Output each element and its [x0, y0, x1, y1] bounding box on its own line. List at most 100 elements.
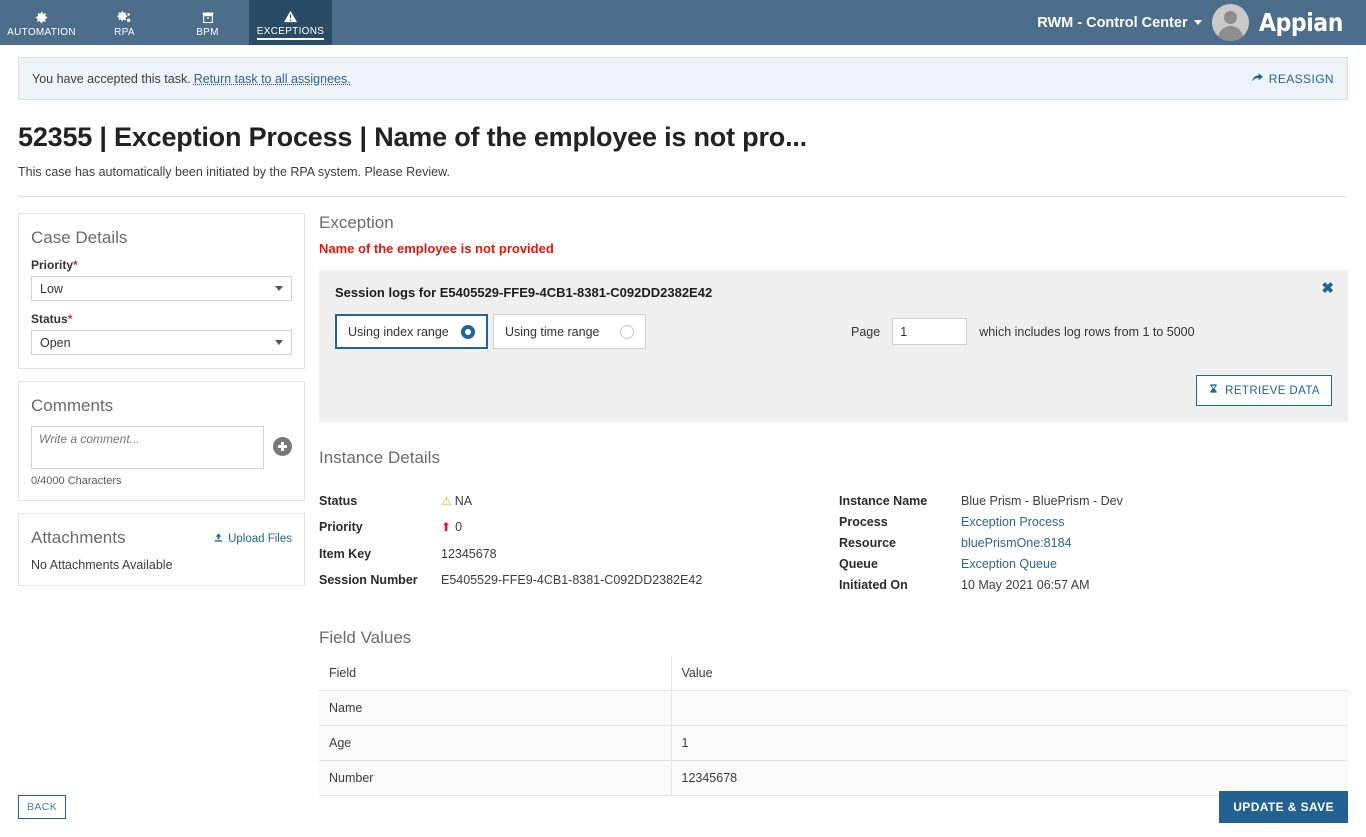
nav-item-exceptions[interactable]: EXCEPTIONS: [249, 0, 332, 45]
radio-using-time-range[interactable]: Using time range: [493, 314, 646, 349]
table-header-row: Field Value: [319, 656, 1348, 691]
warning-triangle-icon: [283, 9, 298, 24]
detail-key-priority: Priority: [319, 520, 363, 535]
field-values-section: Field Values Field Value Name Age 1 Numb…: [319, 628, 1348, 796]
comment-input[interactable]: [31, 426, 264, 469]
detail-value-status-text: NA: [454, 494, 473, 508]
left-column: Case Details Priority* Low Status* Open …: [18, 213, 305, 796]
chevron-down-icon: [1193, 20, 1202, 25]
cell-value: 1: [671, 725, 1348, 761]
detail-value-process[interactable]: Exception Process: [961, 515, 1123, 529]
radio-indicator: [620, 324, 634, 339]
comment-row: [31, 426, 292, 469]
cell-value: [671, 690, 1348, 726]
page-title: 52355 | Exception Process | Name of the …: [18, 122, 807, 152]
comments-heading: Comments: [31, 396, 114, 415]
update-and-save-button[interactable]: UPDATE & SAVE: [1219, 791, 1348, 823]
priority-value: Low: [40, 281, 63, 296]
retrieve-data-button[interactable]: RETRIEVE DATA: [1196, 375, 1332, 406]
close-icon[interactable]: ✖: [1321, 281, 1334, 296]
context-name-label: RWM - Control Center: [1037, 14, 1188, 31]
column-header-field: Field: [319, 656, 672, 691]
reassign-button[interactable]: REASSIGN: [1251, 71, 1334, 86]
instance-details-grid: Status ⚠ NA Priority ⬆ 0 Item Key 12345678…: [319, 494, 1348, 592]
gears-icon: [116, 10, 133, 25]
status-label: Status*: [31, 312, 292, 326]
warning-triangle-icon: ⚠: [441, 494, 452, 508]
exception-heading: Exception: [319, 213, 394, 232]
log-rows-note: which includes log rows from 1 to 5000: [979, 324, 1195, 339]
character-counter: 0/4000 Characters: [31, 475, 122, 487]
context-selector[interactable]: RWM - Control Center: [1037, 14, 1202, 31]
instance-details-right: Instance Name Blue Prism - BluePrism - D…: [839, 494, 1123, 592]
table-row: Age 1: [319, 725, 1348, 761]
status-select[interactable]: Open: [31, 330, 292, 355]
detail-key-instance-name: Instance Name: [839, 494, 928, 508]
content-columns: Case Details Priority* Low Status* Open …: [18, 197, 1348, 796]
comments-card: Comments 0/4000 Characters: [18, 381, 305, 501]
status-label-text: Status: [31, 312, 68, 326]
detail-key-process: Process: [839, 515, 888, 529]
gear-icon: [34, 10, 49, 25]
detail-value-status: ⚠ NA: [441, 494, 839, 513]
avatar[interactable]: [1211, 4, 1249, 41]
attachments-heading: Attachments: [31, 528, 126, 547]
page-input[interactable]: [892, 318, 968, 345]
upload-files-button[interactable]: Upload Files: [213, 532, 292, 546]
nav-item-bpm[interactable]: BPM: [166, 0, 249, 45]
attachments-card: Attachments Upload Files No Attachments …: [18, 513, 305, 586]
hourglass-icon: [1208, 383, 1219, 398]
retrieve-row: RETRIEVE DATA: [335, 375, 1332, 406]
detail-value-queue[interactable]: Exception Queue: [961, 557, 1123, 571]
chevron-down-icon: [275, 286, 283, 291]
page-group: Page which includes log rows from 1 to 5…: [851, 318, 1195, 345]
reassign-label: REASSIGN: [1268, 71, 1334, 86]
detail-key-initiated-on: Initiated On: [839, 578, 908, 592]
case-details-card: Case Details Priority* Low Status* Open: [18, 213, 305, 369]
detail-key-status: Status: [319, 494, 358, 508]
return-task-link[interactable]: Return task to all assignees.: [194, 72, 351, 86]
priority-select[interactable]: Low: [31, 276, 292, 301]
instance-details-left: Status ⚠ NA Priority ⬆ 0 Item Key 12345678…: [319, 494, 839, 592]
attachments-header: Attachments Upload Files: [31, 528, 292, 558]
field-values-heading: Field Values: [319, 628, 412, 647]
nav-label-bpm: BPM: [196, 27, 219, 38]
nav-label-exceptions: EXCEPTIONS: [256, 26, 325, 40]
radio-indicator: [461, 324, 475, 339]
page-container: You have accepted this task. Return task…: [0, 57, 1366, 796]
banner-message: You have accepted this task.: [32, 71, 191, 86]
detail-key-item-key: Item Key: [319, 546, 372, 561]
detail-key-queue: Queue: [839, 557, 878, 571]
no-attachments-text: No Attachments Available: [31, 558, 173, 572]
exception-error-text: Name of the employee is not provided: [319, 241, 554, 256]
right-column: Exception Name of the employee is not pr…: [319, 213, 1348, 796]
upload-icon: [213, 532, 224, 546]
radio-time-range-label: Using time range: [505, 324, 600, 339]
required-marker: *: [73, 258, 78, 272]
back-button[interactable]: BACK: [18, 795, 67, 819]
top-navigation-bar: AUTOMATION RPA BPM EXCEPTIONS RWM - Cont…: [0, 0, 1366, 45]
chevron-down-icon: [275, 340, 283, 345]
radio-using-index-range[interactable]: Using index range: [335, 314, 488, 349]
retrieve-data-label: RETRIEVE DATA: [1225, 384, 1320, 397]
nav-label-rpa: RPA: [114, 27, 135, 38]
detail-value-resource[interactable]: bluePrismOne:8184: [961, 536, 1123, 550]
nav-item-rpa[interactable]: RPA: [83, 0, 166, 45]
up-arrow-icon: ⬆: [441, 520, 452, 535]
detail-value-item-key: 12345678: [441, 546, 497, 561]
detail-value-session-number: E5405529-FFE9-4CB1-8381-C092DD2382E42: [441, 572, 703, 587]
nav-label-automation: AUTOMATION: [7, 27, 76, 38]
session-logs-panel: ✖ Session logs for E5405529-FFE9-4CB1-83…: [319, 270, 1348, 422]
archive-box-icon: [200, 10, 216, 25]
nav-right-group: RWM - Control Center Appian: [1037, 0, 1366, 45]
detail-key-session-number: Session Number: [319, 572, 418, 587]
detail-value-priority-text: 0: [455, 520, 463, 535]
required-marker: *: [67, 312, 73, 326]
session-logs-title: Session logs for E5405529-FFE9-4CB1-8381…: [335, 285, 713, 300]
page-label: Page: [851, 324, 881, 339]
cell-field: Name: [319, 690, 672, 726]
nav-item-automation[interactable]: AUTOMATION: [0, 0, 83, 45]
plus-circle-icon[interactable]: [273, 437, 292, 456]
instance-details-section: Instance Details Status ⚠ NA Priority ⬆ 0 …: [319, 448, 1348, 592]
nav-items: AUTOMATION RPA BPM EXCEPTIONS: [0, 0, 332, 45]
